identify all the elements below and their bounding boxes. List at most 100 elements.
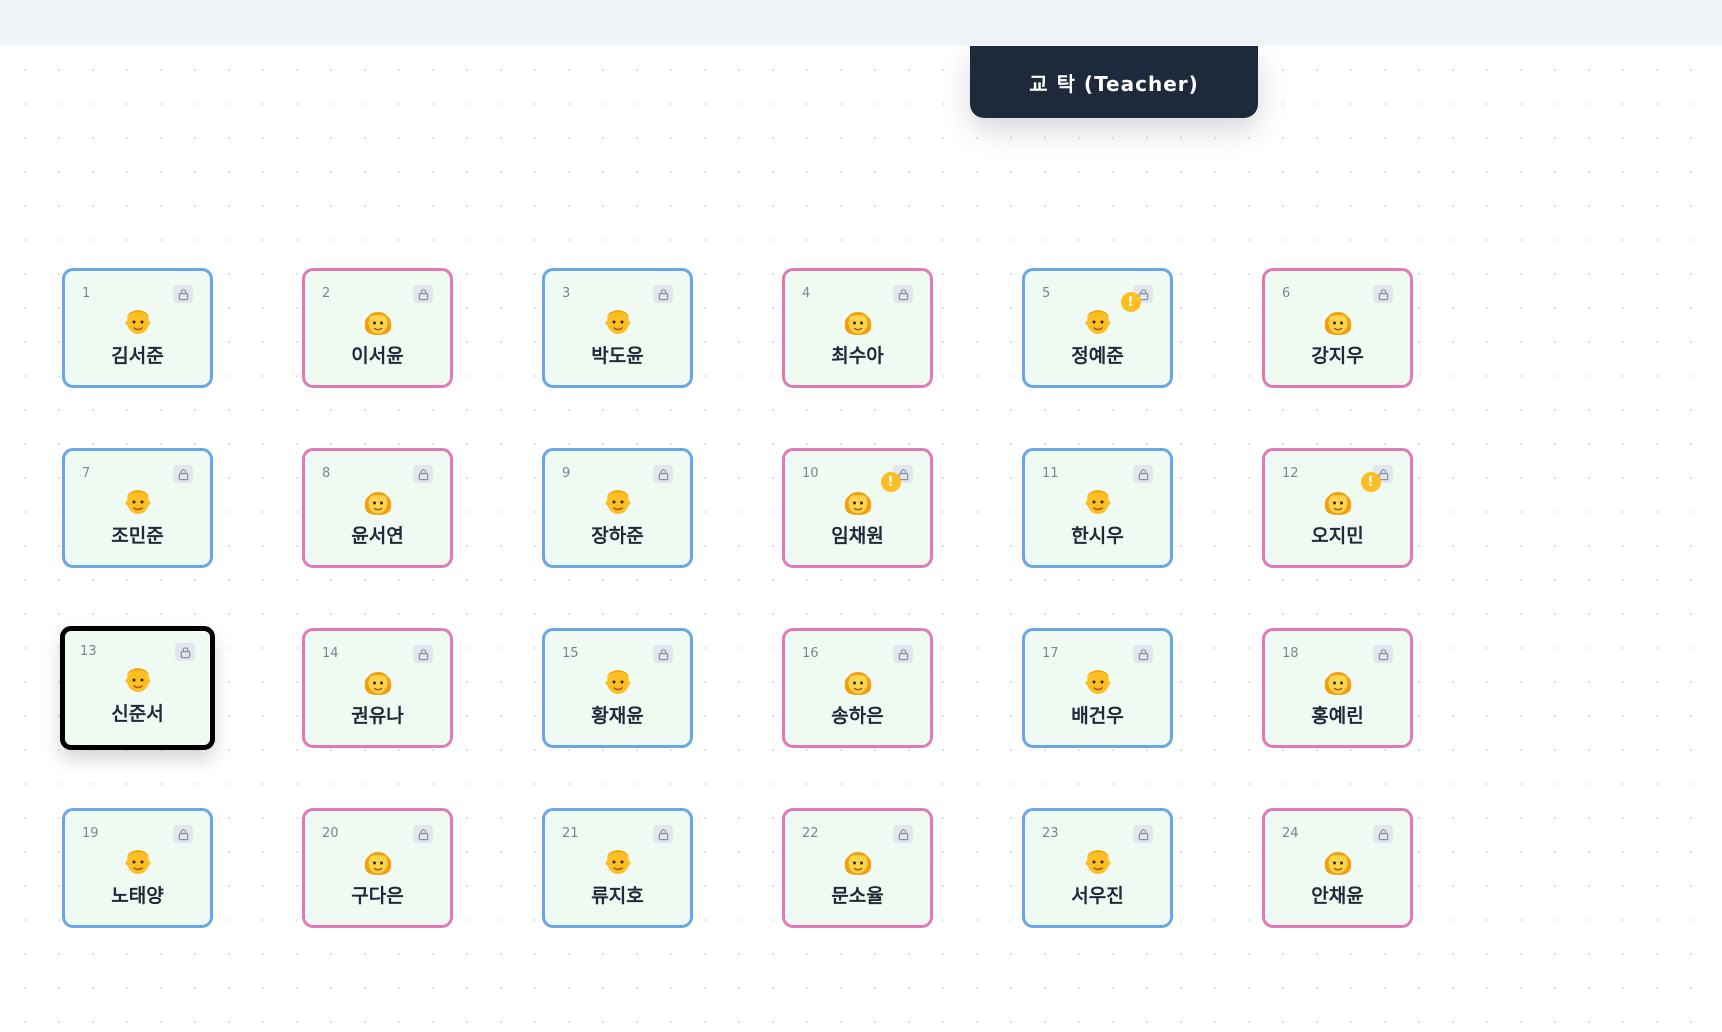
lock-icon[interactable] <box>413 645 433 663</box>
student-desk-6[interactable]: 6 강지우 <box>1262 268 1413 388</box>
student-desk-20[interactable]: 20 구다은 <box>302 808 453 928</box>
student-desk-19[interactable]: 19 노태양 <box>62 808 213 928</box>
student-desk-22[interactable]: 22 문소율 <box>782 808 933 928</box>
boy-avatar-icon <box>1083 664 1113 696</box>
lock-icon[interactable] <box>1133 465 1153 483</box>
seat-number: 9 <box>562 466 571 481</box>
seat-number: 22 <box>802 826 819 841</box>
girl-avatar-icon <box>1323 484 1353 516</box>
girl-avatar-icon <box>363 304 393 336</box>
girl-avatar-icon <box>1323 304 1353 336</box>
top-bar <box>0 0 1722 45</box>
lock-icon[interactable] <box>653 825 673 843</box>
student-desk-21[interactable]: 21 류지호 <box>542 808 693 928</box>
student-name: 최수아 <box>831 345 884 367</box>
boy-avatar-icon <box>1083 304 1113 336</box>
student-desk-5[interactable]: 5! 정예준 <box>1022 268 1173 388</box>
student-desk-12[interactable]: 12! 오지민 <box>1262 448 1413 568</box>
girl-avatar-icon <box>843 484 873 516</box>
seat-number: 18 <box>1282 646 1299 661</box>
lock-icon[interactable] <box>173 285 193 303</box>
student-name: 문소율 <box>831 885 884 907</box>
student-desk-13[interactable]: 13 신준서 <box>60 626 215 750</box>
lock-icon[interactable] <box>653 465 673 483</box>
lock-icon[interactable] <box>173 825 193 843</box>
student-desk-2[interactable]: 2 이서윤 <box>302 268 453 388</box>
girl-avatar-icon <box>363 664 393 696</box>
student-desk-23[interactable]: 23 서우진 <box>1022 808 1173 928</box>
seat-number: 16 <box>802 646 819 661</box>
lock-icon[interactable] <box>175 643 195 661</box>
seat-number: 10 <box>802 466 819 481</box>
lock-icon[interactable] <box>893 645 913 663</box>
seat-number: 5 <box>1042 286 1051 301</box>
seat-number: 4 <box>802 286 811 301</box>
boy-avatar-icon <box>1083 844 1113 876</box>
lock-icon[interactable] <box>1373 825 1393 843</box>
student-desk-7[interactable]: 7 조민준 <box>62 448 213 568</box>
lock-icon[interactable] <box>413 465 433 483</box>
seat-number: 24 <box>1282 826 1299 841</box>
student-name: 장하준 <box>591 525 644 547</box>
seat-number: 20 <box>322 826 339 841</box>
student-desk-9[interactable]: 9 장하준 <box>542 448 693 568</box>
student-desk-4[interactable]: 4 최수아 <box>782 268 933 388</box>
student-name: 배건우 <box>1071 705 1124 727</box>
girl-avatar-icon <box>363 844 393 876</box>
student-desk-3[interactable]: 3 박도윤 <box>542 268 693 388</box>
student-desk-24[interactable]: 24 안채윤 <box>1262 808 1413 928</box>
student-name: 서우진 <box>1071 885 1124 907</box>
lock-icon[interactable] <box>413 825 433 843</box>
seat-number: 8 <box>322 466 331 481</box>
alert-icon: ! <box>880 472 901 492</box>
student-name: 홍예린 <box>1311 705 1364 727</box>
boy-avatar-icon <box>603 304 633 336</box>
seat-number: 2 <box>322 286 331 301</box>
lock-icon[interactable] <box>173 465 193 483</box>
student-desk-10[interactable]: 10! 임채원 <box>782 448 933 568</box>
student-name: 한시우 <box>1071 525 1124 547</box>
boy-avatar-icon <box>123 484 153 516</box>
lock-icon[interactable] <box>653 285 673 303</box>
seat-number: 13 <box>80 644 97 659</box>
student-name: 권유나 <box>351 705 404 727</box>
lock-icon[interactable] <box>413 285 433 303</box>
boy-avatar-icon <box>603 484 633 516</box>
seat-number: 12 <box>1282 466 1299 481</box>
student-desk-11[interactable]: 11 한시우 <box>1022 448 1173 568</box>
seat-number: 6 <box>1282 286 1291 301</box>
student-name: 구다은 <box>351 885 404 907</box>
student-desk-15[interactable]: 15 황재윤 <box>542 628 693 748</box>
student-desk-18[interactable]: 18 홍예린 <box>1262 628 1413 748</box>
girl-avatar-icon <box>843 664 873 696</box>
boy-avatar-icon <box>603 844 633 876</box>
boy-avatar-icon <box>123 844 153 876</box>
seat-number: 19 <box>82 826 99 841</box>
student-desk-8[interactable]: 8 윤서연 <box>302 448 453 568</box>
student-name: 오지민 <box>1311 525 1364 547</box>
seat-number: 23 <box>1042 826 1059 841</box>
student-desk-14[interactable]: 14 권유나 <box>302 628 453 748</box>
student-desk-17[interactable]: 17 배건우 <box>1022 628 1173 748</box>
lock-icon[interactable] <box>893 825 913 843</box>
lock-icon[interactable] <box>1133 645 1153 663</box>
student-desk-16[interactable]: 16 송하은 <box>782 628 933 748</box>
student-desk-1[interactable]: 1 김서준 <box>62 268 213 388</box>
lock-icon[interactable] <box>1373 285 1393 303</box>
lock-icon[interactable] <box>653 645 673 663</box>
seat-number: 3 <box>562 286 571 301</box>
seat-number: 21 <box>562 826 579 841</box>
alert-icon: ! <box>1360 472 1381 492</box>
lock-icon[interactable] <box>1133 825 1153 843</box>
lock-icon[interactable] <box>893 285 913 303</box>
student-name: 김서준 <box>111 345 164 367</box>
boy-avatar-icon <box>123 662 153 694</box>
seat-number: 11 <box>1042 466 1059 481</box>
student-name: 임채원 <box>831 525 884 547</box>
teacher-desk-label: 교 탁 (Teacher) <box>1029 71 1199 96</box>
girl-avatar-icon <box>1323 844 1353 876</box>
seat-number: 17 <box>1042 646 1059 661</box>
girl-avatar-icon <box>843 844 873 876</box>
student-name: 황재윤 <box>591 705 644 727</box>
lock-icon[interactable] <box>1373 645 1393 663</box>
